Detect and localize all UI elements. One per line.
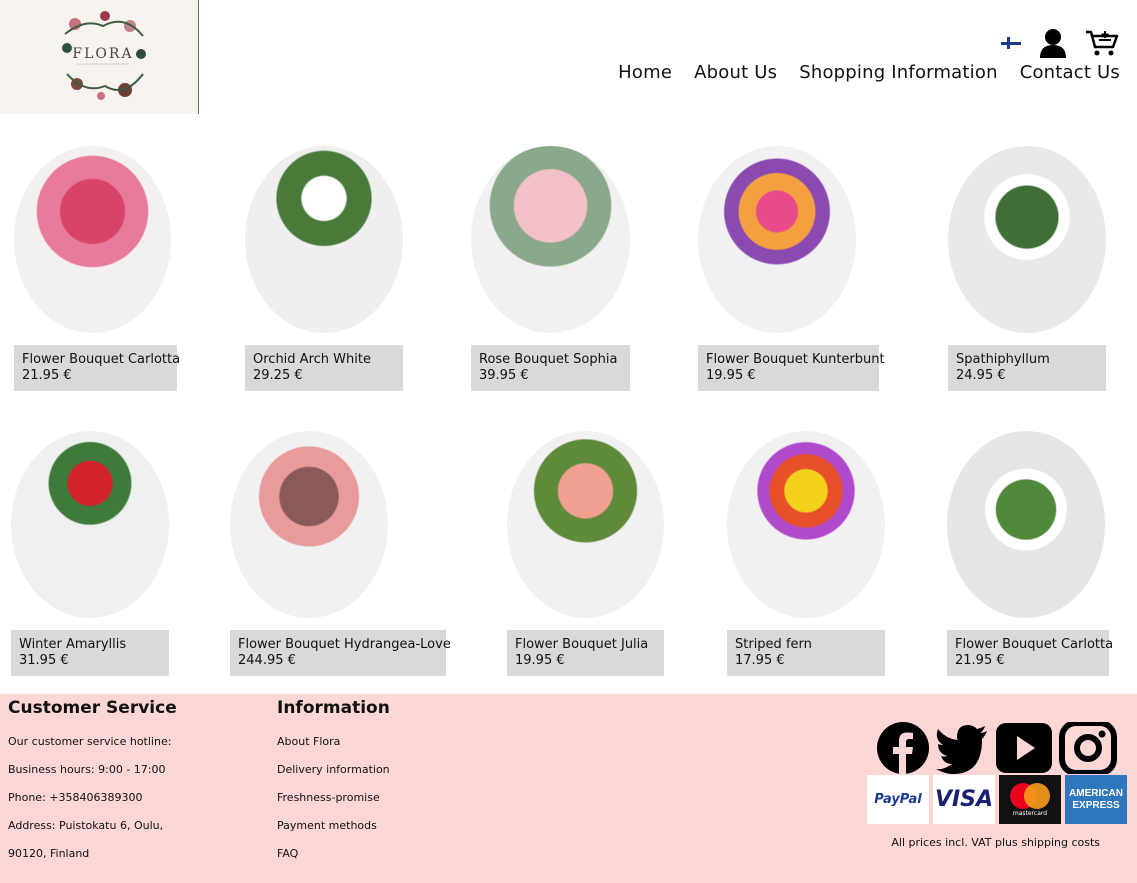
header-icons [1001, 28, 1119, 58]
youtube-icon[interactable] [995, 722, 1053, 774]
nav-shopping-information[interactable]: Shopping Information [799, 62, 997, 83]
link-freshness-promise[interactable]: Freshness-promise [277, 784, 390, 812]
link-faq[interactable]: FAQ [277, 840, 390, 868]
cart-icon[interactable] [1085, 29, 1119, 57]
product-image[interactable] [947, 431, 1105, 618]
product-image[interactable] [11, 431, 169, 618]
product-name[interactable]: Flower Bouquet Kunterbunt [706, 352, 885, 368]
nav-contact-us[interactable]: Contact Us [1020, 62, 1120, 83]
customer-service-title: Customer Service [8, 698, 177, 718]
information-section: Information About Flora Delivery informa… [277, 698, 390, 868]
social-icons [877, 722, 1117, 774]
product-image[interactable] [727, 431, 885, 618]
logo-text: FLORA [72, 46, 133, 62]
main-nav: Home About Us Shopping Information Conta… [618, 62, 1120, 83]
product-name[interactable]: Flower Bouquet Julia [515, 637, 656, 653]
hotline-text: Our customer service hotline: [8, 735, 172, 748]
nav-about-us[interactable]: About Us [694, 62, 777, 83]
vat-note: All prices incl. VAT plus shipping costs [891, 836, 1100, 849]
product-label: Flower Bouquet Kunterbunt 19.95 € [698, 345, 885, 391]
information-title: Information [277, 698, 390, 718]
twitter-icon[interactable] [935, 722, 989, 774]
business-hours-text: Business hours: 9:00 - 17:00 [8, 763, 166, 776]
instagram-icon[interactable] [1059, 722, 1117, 774]
nav-home[interactable]: Home [618, 62, 672, 83]
site-footer: Customer Service Our customer service ho… [0, 694, 1137, 883]
product-label: Spathiphyllum 24.95 € [948, 345, 1106, 391]
product-price: 244.95 € [238, 653, 296, 668]
link-about-flora[interactable]: About Flora [277, 728, 390, 756]
address-text: Address: Puistokatu 6, Oulu, [8, 819, 164, 832]
product-image[interactable] [507, 431, 664, 618]
product-price: 17.95 € [735, 653, 785, 668]
product-name[interactable]: Winter Amaryllis [19, 637, 161, 653]
product-label: Flower Bouquet Carlotta 21.95 € [947, 630, 1113, 676]
product-label: Striped fern 17.95 € [727, 630, 885, 676]
product-image[interactable] [948, 146, 1106, 333]
product-price: 39.95 € [479, 368, 529, 383]
product-price: 31.95 € [19, 653, 69, 668]
product-label: Flower Bouquet Carlotta 21.95 € [14, 345, 180, 391]
paypal-text: PayPal [874, 792, 922, 807]
product-image[interactable] [14, 146, 171, 333]
product-label: Flower Bouquet Julia 19.95 € [507, 630, 664, 676]
product-label: Flower Bouquet Hydrangea-Love 244.95 € [230, 630, 451, 676]
link-delivery-information[interactable]: Delivery information [277, 756, 390, 784]
finland-flag-icon[interactable] [1001, 37, 1021, 49]
paypal-logo: PayPal [867, 775, 929, 824]
product-name[interactable]: Flower Bouquet Carlotta [22, 352, 180, 368]
mastercard-text: mastercard [1012, 810, 1048, 817]
product-label: Orchid Arch White 29.25 € [245, 345, 403, 391]
mastercard-circles-icon [1010, 783, 1050, 809]
product-name[interactable]: Orchid Arch White [253, 352, 395, 368]
product-price: 21.95 € [955, 653, 1005, 668]
product-name[interactable]: Rose Bouquet Sophia [479, 352, 622, 368]
product-image[interactable] [698, 146, 856, 333]
product-image[interactable] [471, 146, 630, 333]
payment-methods: PayPal VISA mastercard AMERICAN EXPRESS [867, 775, 1127, 824]
amex-logo: AMERICAN EXPRESS [1065, 775, 1127, 824]
site-header: FLORA Home About Us Shopping Information… [0, 0, 1137, 114]
product-image[interactable] [245, 146, 403, 333]
visa-logo: VISA [933, 775, 995, 824]
product-name[interactable]: Striped fern [735, 637, 877, 653]
address-text-2: 90120, Finland [8, 847, 90, 860]
product-image[interactable] [230, 431, 388, 618]
link-payment-methods[interactable]: Payment methods [277, 812, 390, 840]
visa-text: VISA [934, 787, 994, 812]
product-price: 19.95 € [706, 368, 756, 383]
customer-service-section: Customer Service Our customer service ho… [8, 698, 177, 868]
amex-text-1: AMERICAN [1069, 787, 1123, 799]
product-price: 24.95 € [956, 368, 1006, 383]
phone-text: Phone: +358406389300 [8, 791, 143, 804]
product-label: Rose Bouquet Sophia 39.95 € [471, 345, 630, 391]
product-price: 29.25 € [253, 368, 303, 383]
product-name[interactable]: Spathiphyllum [956, 352, 1098, 368]
product-label: Winter Amaryllis 31.95 € [11, 630, 169, 676]
amex-text-2: EXPRESS [1072, 799, 1120, 811]
product-name[interactable]: Flower Bouquet Hydrangea-Love [238, 637, 451, 653]
logo[interactable]: FLORA [0, 0, 199, 114]
flora-logo-icon: FLORA [62, 11, 146, 100]
user-icon[interactable] [1039, 28, 1067, 58]
product-price: 21.95 € [22, 368, 72, 383]
product-price: 19.95 € [515, 653, 565, 668]
product-name[interactable]: Flower Bouquet Carlotta [955, 637, 1113, 653]
facebook-icon[interactable] [877, 722, 929, 774]
mastercard-logo: mastercard [999, 775, 1061, 824]
